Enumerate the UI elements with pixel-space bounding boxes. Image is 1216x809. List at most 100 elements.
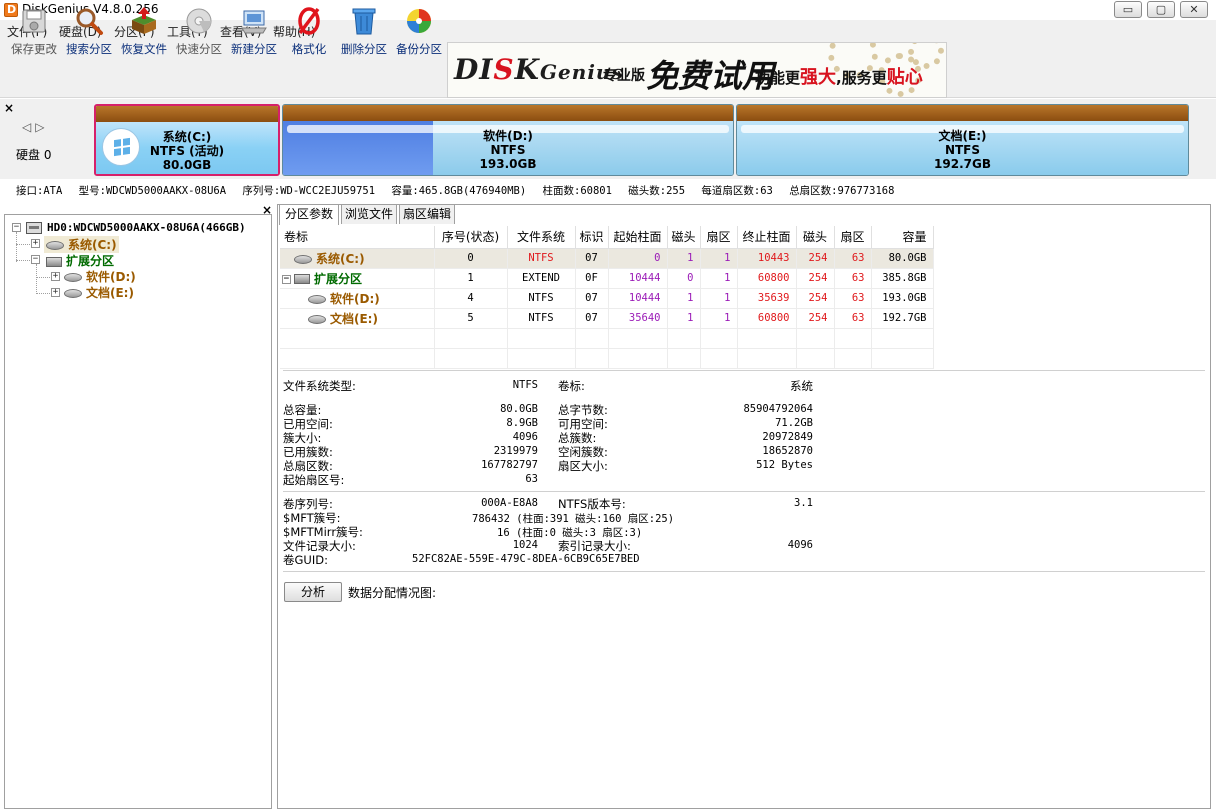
partition-block-e[interactable]: 文档(E:) NTFS 192.7GB bbox=[736, 104, 1189, 176]
row-fs: EXTEND bbox=[507, 268, 576, 289]
partition-c-name: 系统(C:) bbox=[162, 130, 212, 144]
volume-icon bbox=[308, 314, 326, 324]
used-clusters-value: 2319979 bbox=[493, 445, 538, 457]
volume-icon bbox=[308, 294, 326, 304]
tree-line bbox=[36, 277, 50, 278]
col-header-end-sec[interactable]: 扇区 bbox=[834, 226, 872, 249]
tree-line bbox=[36, 264, 37, 294]
col-header-label[interactable]: 卷标 bbox=[280, 226, 435, 249]
new-partition-button[interactable]: 新建分区 bbox=[226, 4, 282, 56]
tree-documents-node[interactable]: 文档(E:) bbox=[64, 284, 134, 301]
close-button[interactable]: ✕ bbox=[1180, 1, 1208, 18]
delete-partition-label: 删除分区 bbox=[341, 42, 387, 56]
table-empty-row bbox=[280, 328, 934, 349]
row-index: 0 bbox=[434, 248, 508, 269]
quick-partition-label: 快速分区 bbox=[176, 42, 222, 56]
tree-expand-toggle[interactable]: + bbox=[31, 239, 40, 248]
col-header-end-head[interactable]: 磁头 bbox=[796, 226, 835, 249]
col-header-end-cyl[interactable]: 终止柱面 bbox=[737, 226, 797, 249]
promo-banner[interactable]: DISKGenius 专业版 免费试用 功能更强大,服务更贴心 bbox=[447, 42, 947, 98]
partition-block-c[interactable]: 系统(C:) NTFS (活动) 80.0GB bbox=[94, 104, 280, 176]
col-header-fs[interactable]: 文件系统 bbox=[507, 226, 576, 249]
tree-software-node[interactable]: 软件(D:) bbox=[64, 268, 136, 285]
table-row[interactable]: 文档(E:) 5 NTFS 07 35640 1 1 60800 254 63 … bbox=[280, 308, 934, 329]
sector-size-label: 扇区大小: bbox=[558, 459, 608, 473]
col-header-id[interactable]: 标识 bbox=[575, 226, 609, 249]
record-size-value: 1024 bbox=[512, 539, 538, 551]
row-fs: NTFS bbox=[507, 308, 576, 329]
quick-partition-icon bbox=[186, 8, 212, 34]
table-header-row: 卷标 序号(状态) 文件系统 标识 起始柱面 磁头 扇区 终止柱面 磁头 扇区 … bbox=[280, 226, 934, 249]
table-row[interactable]: 软件(D:) 4 NTFS 07 10444 1 1 35639 254 63 … bbox=[280, 288, 934, 309]
row-index: 1 bbox=[434, 268, 508, 289]
tree-expand-toggle[interactable]: + bbox=[51, 288, 60, 297]
tree-extended-node[interactable]: 扩展分区 bbox=[46, 252, 114, 269]
row-capacity: 192.7GB bbox=[871, 308, 934, 329]
search-partition-label: 搜索分区 bbox=[66, 42, 112, 56]
tab-browse-files[interactable]: 浏览文件 bbox=[341, 204, 397, 224]
minimize-button[interactable]: ▭ bbox=[1114, 1, 1142, 18]
row-end-cyl: 60800 bbox=[737, 308, 797, 329]
total-sectors-value: 167782797 bbox=[481, 459, 538, 471]
tree-collapse-toggle[interactable]: − bbox=[12, 223, 21, 232]
close-disk-map-icon[interactable]: × bbox=[4, 101, 14, 115]
fs-type-label: 文件系统类型: bbox=[283, 379, 356, 393]
recover-files-button[interactable]: 恢复文件 bbox=[116, 4, 172, 56]
row-end-head: 254 bbox=[796, 288, 835, 309]
tree-line bbox=[36, 293, 50, 294]
row-id: 07 bbox=[575, 248, 609, 269]
delete-partition-button[interactable]: 删除分区 bbox=[336, 4, 392, 56]
tab-sector-edit[interactable]: 扇区编辑 bbox=[399, 204, 455, 224]
row-start-sec: 1 bbox=[700, 248, 738, 269]
disk-heads: 磁头数:255 bbox=[628, 185, 686, 197]
tree-line bbox=[16, 260, 30, 261]
analyze-button[interactable]: 分析 bbox=[284, 582, 342, 602]
tab-partition-params[interactable]: 分区参数 bbox=[279, 204, 339, 225]
disk-total-sectors: 总扇区数:976773168 bbox=[789, 185, 895, 197]
table-row[interactable]: 系统(C:) 0 NTFS 07 0 1 1 10443 254 63 80.0… bbox=[280, 248, 934, 269]
backup-partition-button[interactable]: 备份分区 bbox=[391, 4, 447, 56]
row-end-sec: 63 bbox=[834, 248, 872, 269]
tree-line bbox=[16, 232, 17, 262]
save-changes-label: 保存更改 bbox=[11, 42, 57, 56]
save-changes-button[interactable]: 保存更改 bbox=[6, 4, 62, 56]
format-label: 格式化 bbox=[291, 42, 327, 56]
volume-label-value: 系统 bbox=[790, 379, 813, 393]
backup-partition-label: 备份分区 bbox=[396, 42, 442, 56]
col-header-capacity[interactable]: 容量 bbox=[871, 226, 934, 249]
col-header-start-cyl[interactable]: 起始柱面 bbox=[608, 226, 668, 249]
tree-disk-node[interactable]: HD0:WDCWD5000AAKX-08U6A(466GB) bbox=[47, 221, 246, 234]
tree-collapse-toggle[interactable]: − bbox=[31, 255, 40, 264]
total-capacity-value: 80.0GB bbox=[500, 403, 538, 415]
tree-collapse-toggle[interactable]: − bbox=[282, 274, 291, 284]
col-header-start-sec[interactable]: 扇区 bbox=[700, 226, 738, 249]
table-empty-row bbox=[280, 348, 934, 369]
row-start-cyl: 35640 bbox=[608, 308, 668, 329]
disk-interface: 接口:ATA bbox=[16, 185, 63, 197]
row-end-head: 254 bbox=[796, 268, 835, 289]
banner-logo: DISKGenius bbox=[454, 53, 624, 86]
new-partition-icon bbox=[241, 10, 267, 34]
row-label: − 扩展分区 bbox=[280, 268, 435, 289]
search-partition-button[interactable]: 搜索分区 bbox=[61, 4, 117, 56]
row-start-sec: 1 bbox=[700, 268, 738, 289]
table-row[interactable]: − 扩展分区 1 EXTEND 0F 10444 0 1 60800 254 63… bbox=[280, 268, 934, 289]
row-end-cyl: 60800 bbox=[737, 268, 797, 289]
quick-partition-button[interactable]: 快速分区 bbox=[171, 4, 227, 56]
index-size-value: 4096 bbox=[787, 539, 813, 551]
tree-system-node[interactable]: 系统(C:) bbox=[44, 236, 119, 253]
close-tree-panel-icon[interactable]: × bbox=[262, 203, 272, 217]
volume-serial-value: 000A-E8A8 bbox=[481, 497, 538, 509]
col-header-start-head[interactable]: 磁头 bbox=[667, 226, 701, 249]
disk-nav-arrows[interactable]: ◁▷ bbox=[22, 120, 48, 134]
maximize-button[interactable]: ▢ bbox=[1147, 1, 1175, 18]
row-index: 4 bbox=[434, 288, 508, 309]
format-button[interactable]: 格式化 bbox=[281, 4, 337, 56]
partition-block-d[interactable]: 软件(D:) NTFS 193.0GB bbox=[282, 104, 734, 176]
tree-expand-toggle[interactable]: + bbox=[51, 272, 60, 281]
row-label: 系统(C:) bbox=[280, 248, 435, 269]
partition-e-size: 192.7GB bbox=[934, 157, 991, 171]
col-header-index[interactable]: 序号(状态) bbox=[434, 226, 508, 249]
disk-label: 硬盘 0 bbox=[16, 148, 52, 162]
row-end-head: 254 bbox=[796, 248, 835, 269]
